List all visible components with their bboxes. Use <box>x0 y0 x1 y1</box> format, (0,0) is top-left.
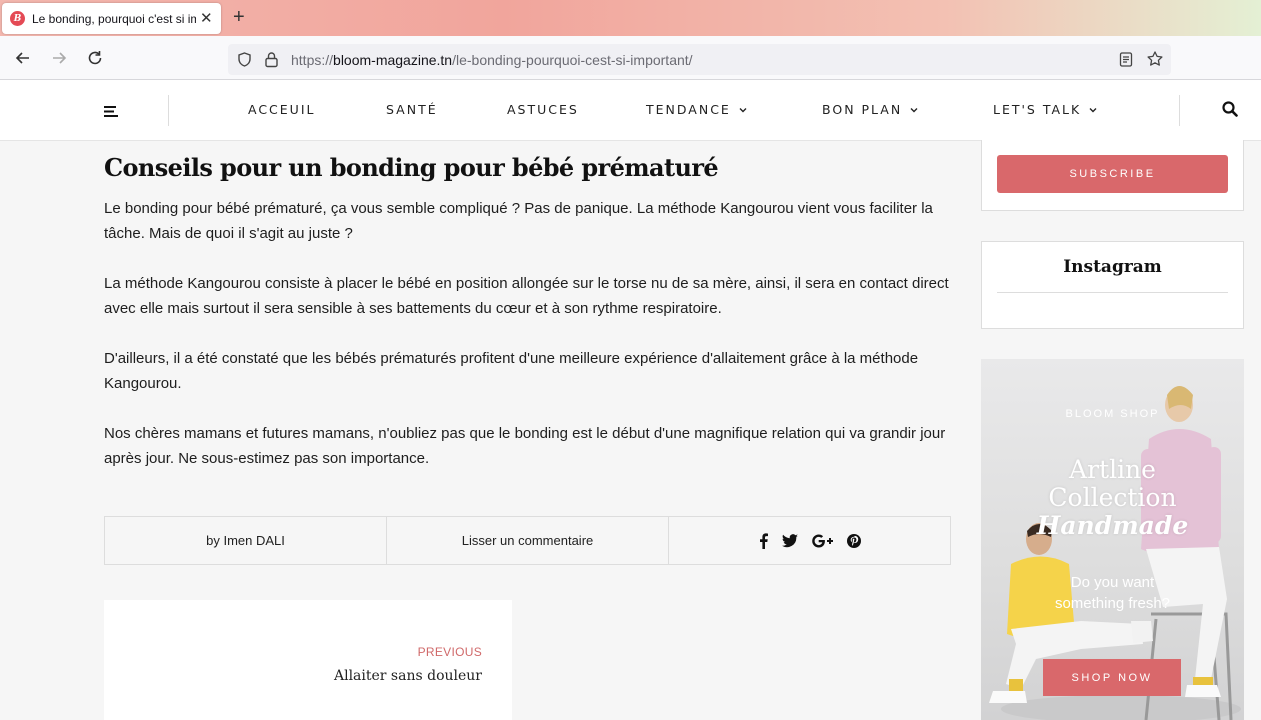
widget-divider <box>997 292 1228 293</box>
reader-view-icon[interactable] <box>1118 51 1134 68</box>
chevron-down-icon <box>1089 107 1097 112</box>
twitter-icon[interactable] <box>781 533 798 548</box>
header-divider <box>168 95 169 126</box>
nav-item-tendance[interactable]: TENDANCE <box>646 102 747 117</box>
subscribe-widget: SUBSCRIBE <box>981 140 1244 211</box>
url-text[interactable]: https://bloom-magazine.tn/le-bonding-pou… <box>291 52 693 68</box>
browser-tab-active[interactable]: B Le bonding, pourquoi c'est si im ✕ <box>2 3 221 34</box>
shield-icon[interactable] <box>236 51 253 68</box>
previous-post-title[interactable]: Allaiter sans douleur <box>334 668 482 684</box>
comment-link[interactable]: Lisser un commentaire <box>462 533 594 548</box>
header-divider <box>1179 95 1180 126</box>
author-link[interactable]: by Imen DALI <box>206 533 285 548</box>
ad-shop-label: BLOOM SHOP <box>1065 408 1160 420</box>
nav-item-astuces[interactable]: ASTUCES <box>507 102 579 117</box>
close-tab-icon[interactable]: ✕ <box>200 11 213 26</box>
forward-arrow-icon[interactable] <box>49 48 69 68</box>
ad-subtitle-line: Do you want <box>1070 574 1155 591</box>
reload-icon[interactable] <box>85 48 105 68</box>
site-header: ACCEUIL SANTÉ ASTUCES TENDANCE BON PLAN … <box>0 80 1261 141</box>
share-cell <box>668 517 950 564</box>
facebook-icon[interactable] <box>759 532 768 549</box>
nav-label: ACCEUIL <box>248 102 316 117</box>
ad-subtitle-line: something fresh? <box>1054 595 1171 612</box>
author-cell: by Imen DALI <box>105 517 386 564</box>
nav-item-bon-plan[interactable]: BON PLAN <box>822 102 918 117</box>
tab-title: Le bonding, pourquoi c'est si im <box>32 11 196 26</box>
pinterest-icon[interactable] <box>846 533 861 548</box>
nav-label: BON PLAN <box>822 102 903 117</box>
new-tab-icon[interactable]: + <box>233 6 245 28</box>
comment-cell: Lisser un commentaire <box>386 517 668 564</box>
nav-item-acceuil[interactable]: ACCEUIL <box>248 102 316 117</box>
browser-nav-bar: https://bloom-magazine.tn/le-bonding-pou… <box>0 36 1261 80</box>
nav-label: SANTÉ <box>386 102 438 117</box>
shop-banner-ad[interactable]: BLOOM SHOP Artline Collection Handmade D… <box>981 359 1244 720</box>
url-path: /le-bonding-pourquoi-cest-si-important/ <box>452 52 693 68</box>
ad-title-line: Artline <box>1069 455 1156 484</box>
nav-label: LET'S TALK <box>993 102 1082 117</box>
subscribe-button[interactable]: SUBSCRIBE <box>997 155 1228 193</box>
nav-item-lets-talk[interactable]: LET'S TALK <box>993 102 1097 117</box>
ad-subtitle: Do you want something fresh? <box>981 572 1244 614</box>
shop-now-button[interactable]: SHOP NOW <box>1043 659 1181 696</box>
ad-title-line: Collection <box>1048 483 1177 512</box>
share-icons <box>759 532 861 549</box>
article-paragraph: Le bonding pour bébé prématuré, ça vous … <box>104 200 933 242</box>
instagram-widget: Instagram <box>981 241 1244 329</box>
url-host: bloom-magazine.tn <box>333 52 453 68</box>
hamburger-menu-icon[interactable] <box>104 106 119 117</box>
nav-item-sante[interactable]: SANTÉ <box>386 102 438 117</box>
nav-label: TENDANCE <box>646 102 731 117</box>
back-arrow-icon[interactable] <box>13 48 33 68</box>
browser-tab-bar: B Le bonding, pourquoi c'est si im ✕ + <box>0 0 1261 36</box>
nav-label: ASTUCES <box>507 102 579 117</box>
article-meta-bar: by Imen DALI Lisser un commentaire <box>104 516 951 565</box>
previous-post-card[interactable]: PREVIOUS Allaiter sans douleur <box>104 600 512 720</box>
ad-title-line: Handmade <box>1036 511 1189 540</box>
instagram-title: Instagram <box>1063 257 1162 277</box>
chevron-down-icon <box>739 107 747 112</box>
article-heading: Conseils pour un bonding pour bébé préma… <box>104 153 719 182</box>
search-icon[interactable] <box>1222 101 1238 117</box>
article-paragraph: Nos chères mamans et futures mamans, n'o… <box>104 425 946 467</box>
google-plus-icon[interactable] <box>811 534 833 548</box>
bookmark-star-icon[interactable] <box>1146 50 1164 68</box>
article-paragraph: D'ailleurs, il a été constaté que les bé… <box>104 350 919 392</box>
background-text <box>435 0 438 14</box>
url-scheme: https:// <box>291 52 334 68</box>
ad-title: Artline Collection Handmade <box>981 456 1244 540</box>
chevron-down-icon <box>910 107 918 112</box>
article-paragraph: La méthode Kangourou consiste à placer l… <box>104 275 949 317</box>
lock-icon[interactable] <box>264 51 279 68</box>
site-favicon-icon: B <box>10 11 25 26</box>
previous-label: PREVIOUS <box>417 645 482 659</box>
url-bar[interactable]: https://bloom-magazine.tn/le-bonding-pou… <box>228 44 1171 75</box>
